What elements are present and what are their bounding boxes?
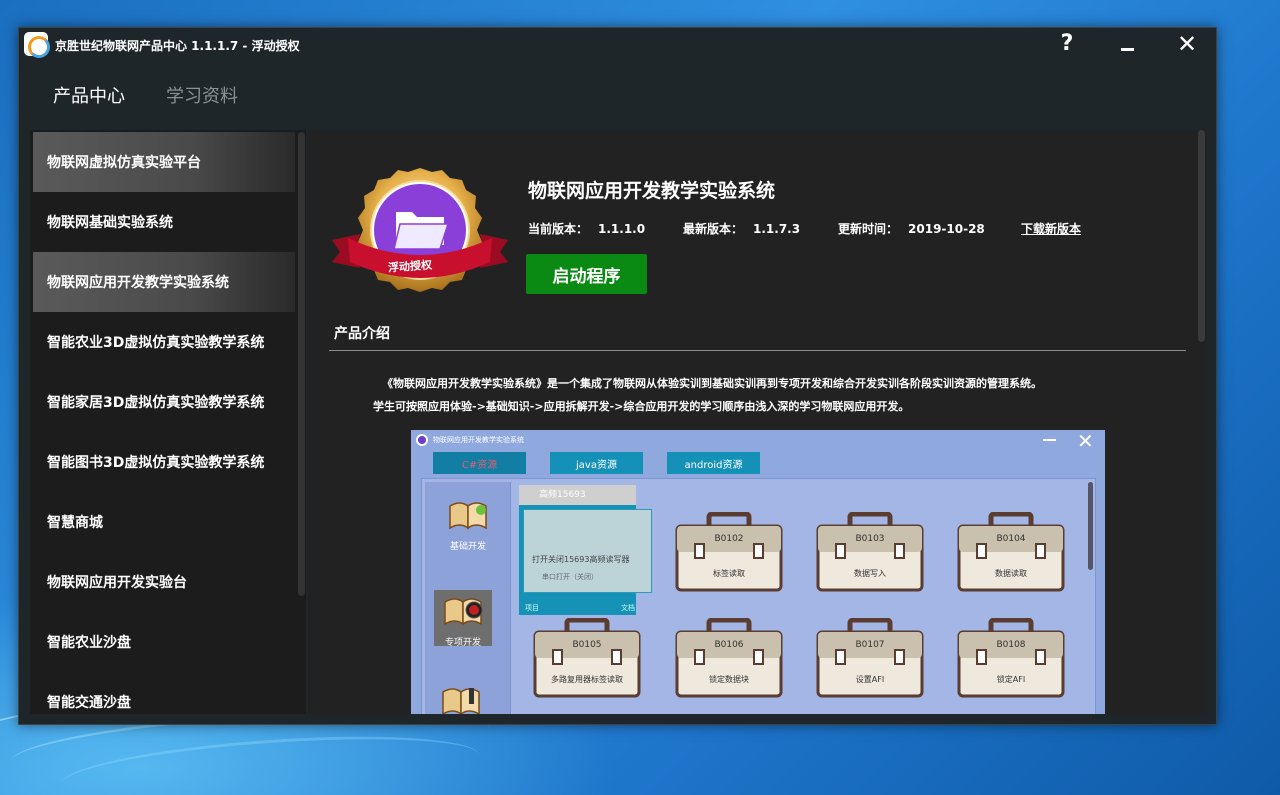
screenshot-case-card: B0102 标签读取	[675, 511, 783, 592]
current-version-label: 当前版本：	[528, 222, 589, 236]
screenshot-case-card: B0106 锁定数据块	[675, 617, 783, 698]
launch-button[interactable]: 启动程序	[526, 254, 647, 294]
screenshot-case-card: B0108 锁定AFI	[957, 617, 1065, 698]
intro-line-2: 学生可按照应用体验->基础知识->应用拆解开发->综合应用开发的学习顺序由浅入深…	[373, 400, 910, 413]
sidebar-item-iot-virtual-sim[interactable]: 物联网虚拟仿真实验平台	[33, 132, 295, 192]
screenshot-case-card: B0103 数据写入	[816, 511, 924, 592]
briefcase-icon	[957, 617, 1065, 698]
screenshot-title: 物联网应用开发教学实验系统	[433, 436, 524, 444]
current-version-value: 1.1.1.0	[598, 222, 646, 236]
case-code: B0103	[855, 534, 885, 544]
product-title: 物联网应用开发教学实验系统	[528, 180, 776, 202]
screenshot-tab-csharp: C#资源	[433, 452, 526, 474]
screenshot-panel-title: 高频15693	[519, 485, 636, 505]
window-title: 京胜世纪物联网产品中心 1.1.1.7 - 浮动授权	[55, 39, 300, 53]
screenshot-logo-icon	[416, 434, 428, 446]
briefcase-icon	[957, 511, 1065, 592]
screenshot-titlebar: 物联网应用开发教学实验系统 ✕	[411, 430, 1105, 453]
case-name: 锁定数据块	[709, 675, 749, 684]
briefcase-icon	[816, 511, 924, 592]
product-detail: 浮动授权 物联网应用开发教学实验系统 当前版本： 1.1.1.0 最新版本： 1.1…	[308, 130, 1207, 714]
sidebar-item-agri-sandbox[interactable]: 智能农业沙盘	[33, 612, 295, 672]
screenshot-tab-java: java资源	[550, 452, 643, 474]
screenshot-case-card: B0107 设置AFI	[816, 617, 924, 698]
briefcase-icon	[675, 511, 783, 592]
screenshot-panel-project: 项目	[525, 604, 539, 612]
intro-title: 产品介绍	[334, 326, 390, 342]
minimize-button[interactable]	[1109, 30, 1145, 60]
tab-learning-materials[interactable]: 学习资料	[166, 82, 238, 108]
case-name: 多路复用器标签读取	[551, 675, 623, 684]
license-badge-icon	[332, 168, 508, 292]
book-gauge-icon	[444, 598, 483, 626]
screenshot-minimize-icon	[1043, 439, 1056, 441]
sidebar-item-smart-agri-3d[interactable]: 智能农业3D虚拟仿真实验教学系统	[33, 312, 295, 372]
latest-version-value: 1.1.7.3	[753, 222, 801, 236]
current-version: 当前版本： 1.1.1.0	[528, 220, 645, 237]
sidebar-scrollbar[interactable]	[298, 132, 305, 596]
book-icon	[449, 502, 487, 530]
case-code: B0104	[996, 534, 1026, 544]
screenshot-selected-panel: 高频15693 打开关闭15693高频读写器 串口打开（关闭） 项目 文档	[519, 485, 652, 615]
screenshot-nav-special-label: 专项开发	[444, 638, 481, 648]
screenshot-nav-basic: 基础开发	[439, 498, 497, 552]
screenshot-case-card: B0105 多路复用器标签读取	[533, 617, 641, 698]
case-code: B0105	[572, 640, 602, 650]
case-name: 标签读取	[713, 569, 745, 578]
tab-product-center[interactable]: 产品中心	[53, 82, 125, 108]
screenshot-close-icon: ✕	[1077, 430, 1094, 453]
screenshot-nav-basic-label: 基础开发	[449, 542, 486, 552]
case-name: 数据读取	[995, 569, 1027, 578]
screenshot-case-card: B0104 数据读取	[957, 511, 1065, 592]
briefcase-icon	[533, 617, 641, 698]
product-screenshot: 物联网应用开发教学实验系统 ✕ C#资源 java资源 android资源 基础…	[411, 430, 1105, 714]
case-name: 数据写入	[854, 569, 886, 578]
screenshot-panel-footer: 项目 文档	[525, 603, 635, 613]
update-time: 更新时间： 2019-10-28	[838, 220, 985, 237]
top-nav: 产品中心 学习资料	[19, 74, 1216, 110]
latest-version-label: 最新版本：	[683, 222, 744, 236]
screenshot-nav-special: 专项开发	[434, 590, 492, 648]
latest-version: 最新版本： 1.1.7.3	[683, 220, 800, 237]
sidebar-item-smart-mall[interactable]: 智慧商城	[33, 492, 295, 552]
download-new-version-link[interactable]: 下载新版本	[1021, 220, 1081, 237]
update-time-label: 更新时间：	[838, 222, 899, 236]
intro-text: 《物联网应用开发教学实验系统》是一个集成了物联网从体验实训到基础实训再到专项开发…	[373, 372, 1182, 418]
update-time-value: 2019-10-28	[908, 222, 985, 236]
case-code: B0108	[996, 640, 1026, 650]
intro-line-1: 《物联网应用开发教学实验系统》是一个集成了物联网从体验实训到基础实训再到专项开发…	[382, 377, 1042, 390]
close-button[interactable]: ✕	[1169, 30, 1205, 60]
badge-label: 浮动授权	[387, 258, 433, 275]
book-microscope-icon	[442, 688, 480, 714]
app-window: 京胜世纪物联网产品中心 1.1.1.7 - 浮动授权 ? ✕ 产品中心 学习资料…	[18, 27, 1217, 725]
screenshot-panel-card: 打开关闭15693高频读写器 串口打开（关闭）	[523, 509, 652, 593]
case-name: 锁定AFI	[996, 675, 1026, 684]
screenshot-tab-android: android资源	[667, 452, 760, 474]
screenshot-panel-text: 打开关闭15693高频读写器	[532, 555, 630, 564]
case-code: B0107	[855, 640, 885, 650]
briefcase-icon	[675, 617, 783, 698]
sidebar-item-traffic-sandbox[interactable]: 智能交通沙盘	[33, 672, 295, 714]
sidebar-item-smart-home-3d[interactable]: 智能家居3D虚拟仿真实验教学系统	[33, 372, 295, 432]
screenshot-panel-sub: 串口打开（关闭）	[542, 573, 598, 581]
case-code: B0102	[714, 534, 744, 544]
divider	[329, 350, 1186, 351]
case-name: 设置AFI	[855, 675, 885, 684]
sidebar-item-iot-basic[interactable]: 物联网基础实验系统	[33, 192, 295, 252]
screenshot-panel-doc: 文档	[621, 604, 635, 612]
sidebar-item-iot-app-dev[interactable]: 物联网应用开发教学实验系统	[33, 252, 295, 312]
briefcase-icon	[816, 617, 924, 698]
help-button[interactable]: ?	[1049, 30, 1085, 60]
product-sidebar: 物联网虚拟仿真实验平台 物联网基础实验系统 物联网应用开发教学实验系统 智能农业…	[30, 130, 306, 714]
screenshot-scrollbar	[1088, 482, 1093, 570]
title-bar: 京胜世纪物联网产品中心 1.1.1.7 - 浮动授权 ? ✕	[19, 28, 1216, 62]
app-logo-icon	[24, 32, 50, 58]
sidebar-item-iot-workbench[interactable]: 物联网应用开发实验台	[33, 552, 295, 612]
sidebar-item-smart-library-3d[interactable]: 智能图书3D虚拟仿真实验教学系统	[33, 432, 295, 492]
case-code: B0106	[714, 640, 744, 650]
main-scrollbar[interactable]	[1198, 130, 1205, 342]
